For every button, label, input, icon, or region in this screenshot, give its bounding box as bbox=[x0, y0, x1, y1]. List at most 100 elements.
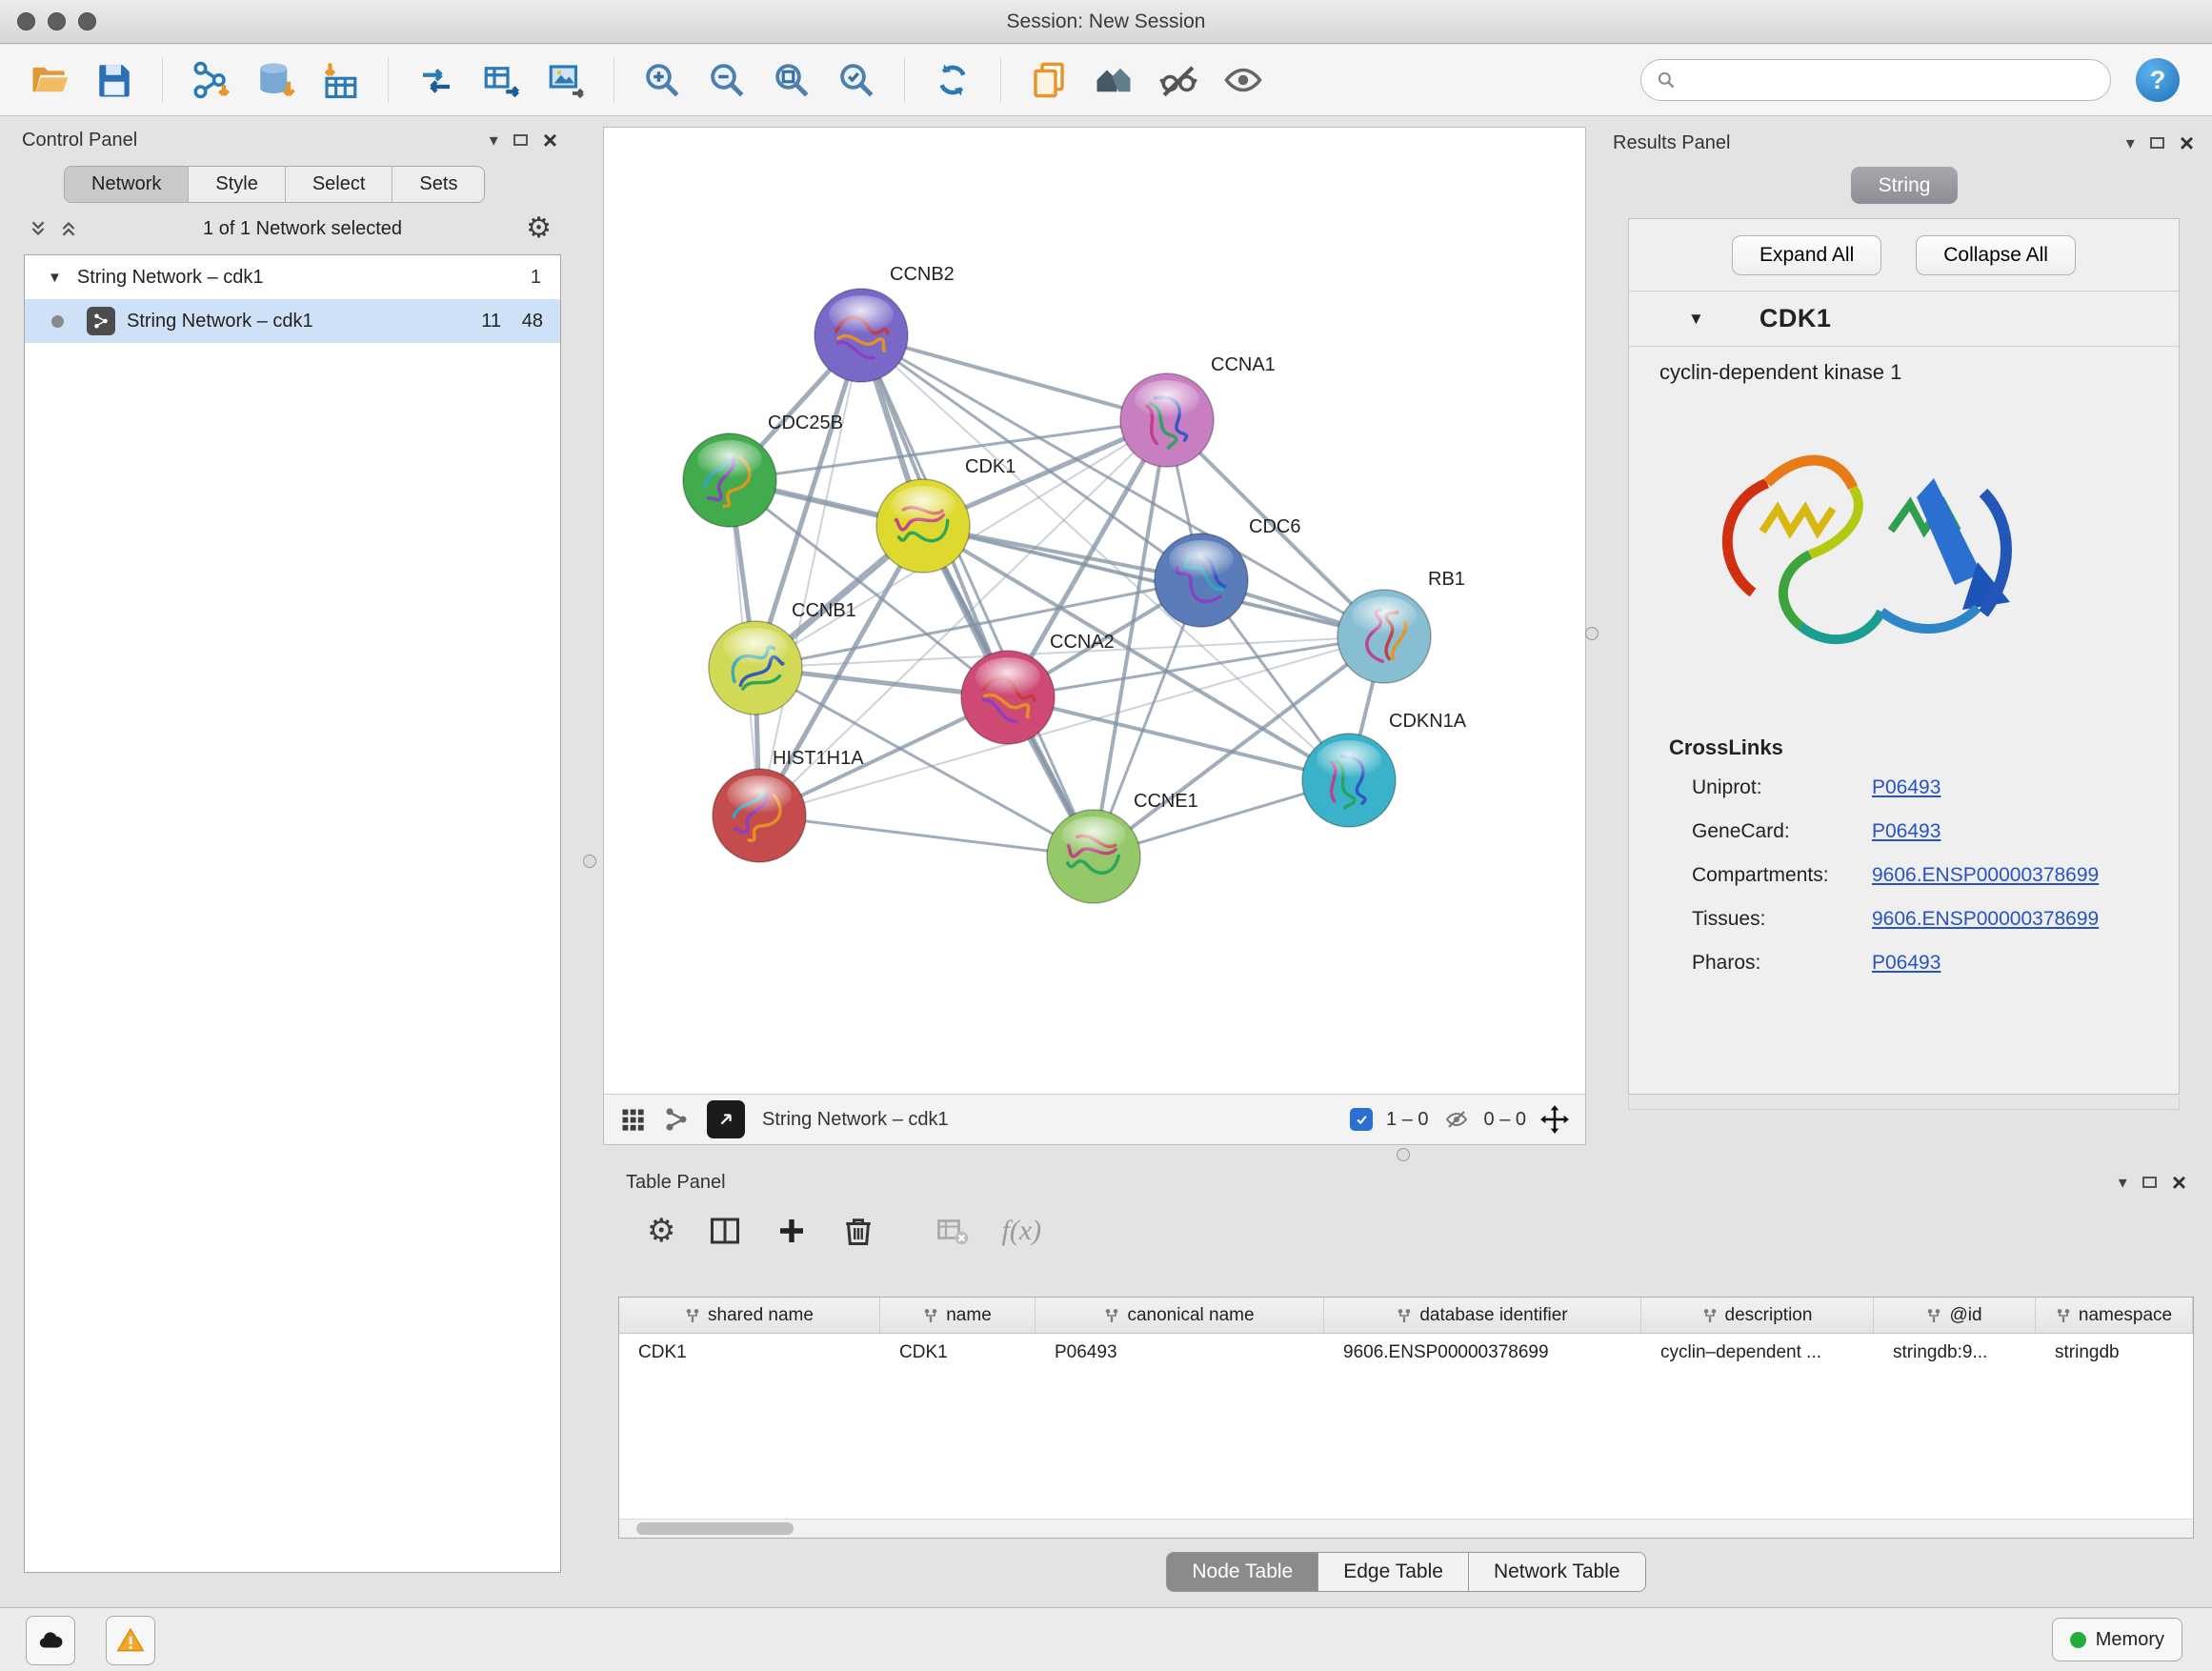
warnings-button[interactable] bbox=[106, 1616, 155, 1665]
search-field[interactable] bbox=[1640, 59, 2111, 101]
results-panel-close-icon[interactable]: × bbox=[2180, 131, 2194, 155]
zoom-out-icon[interactable] bbox=[702, 55, 752, 105]
collapse-all-networks-icon[interactable] bbox=[28, 219, 49, 238]
open-in-browser-button[interactable] bbox=[707, 1100, 745, 1138]
collection-expander-icon[interactable]: ▼ bbox=[48, 270, 62, 286]
collapse-all-button[interactable]: Collapse All bbox=[1916, 235, 2076, 275]
export-image-icon[interactable] bbox=[541, 55, 591, 105]
table-options-gear-icon[interactable]: ⚙ bbox=[647, 1215, 675, 1247]
collection-label: String Network – cdk1 bbox=[77, 267, 264, 289]
network-collection-row[interactable]: ▼ String Network – cdk1 1 bbox=[25, 255, 560, 299]
crosslink-tissues-link[interactable]: 9606.ENSP00000378699 bbox=[1872, 908, 2099, 931]
selected-nodes-checkbox-icon[interactable] bbox=[1350, 1108, 1373, 1131]
table-panel-close-icon[interactable]: × bbox=[2172, 1170, 2186, 1195]
network-node-count: 11 bbox=[481, 311, 501, 332]
home-first-neighbors-icon[interactable] bbox=[1089, 55, 1138, 105]
table-row[interactable]: CDK1 CDK1 P06493 9606.ENSP00000378699 cy… bbox=[619, 1334, 2193, 1372]
bottom-splitter-handle[interactable] bbox=[1397, 1148, 1410, 1161]
refresh-layout-icon[interactable] bbox=[928, 55, 977, 105]
open-session-icon[interactable] bbox=[25, 55, 74, 105]
tab-network[interactable]: Network bbox=[65, 167, 189, 202]
network-node-cdk1[interactable]: CDK1 bbox=[876, 456, 1016, 573]
results-tab-string[interactable]: String bbox=[1851, 167, 1958, 204]
column-header-namespace[interactable]: namespace bbox=[2036, 1298, 2193, 1333]
network-node-ccnb2[interactable]: CCNB2 bbox=[814, 264, 955, 382]
crosslink-pharos-link[interactable]: P06493 bbox=[1872, 952, 1941, 975]
control-panel-maximize-icon[interactable] bbox=[513, 134, 528, 146]
column-header-shared-name[interactable]: shared name bbox=[619, 1298, 880, 1333]
results-horizontal-scrollbar[interactable] bbox=[1628, 1097, 2180, 1110]
expand-all-networks-icon[interactable] bbox=[58, 219, 79, 238]
cell-canonical-name[interactable]: P06493 bbox=[1036, 1334, 1324, 1372]
tab-node-table[interactable]: Node Table bbox=[1167, 1553, 1318, 1591]
current-network-bullet-icon bbox=[51, 315, 64, 328]
column-header-canonical-name[interactable]: canonical name bbox=[1036, 1298, 1324, 1333]
tab-select[interactable]: Select bbox=[286, 167, 393, 202]
gene-expander-icon[interactable]: ▼ bbox=[1688, 310, 1704, 329]
show-eye-icon[interactable] bbox=[1218, 55, 1268, 105]
crosslink-uniprot-link[interactable]: P06493 bbox=[1872, 776, 1941, 799]
add-column-icon[interactable] bbox=[774, 1214, 809, 1248]
gene-section-header[interactable]: ▼ CDK1 bbox=[1629, 292, 2179, 347]
zoom-in-icon[interactable] bbox=[637, 55, 687, 105]
crosslink-genecard-link[interactable]: P06493 bbox=[1872, 820, 1941, 843]
import-network-file-icon[interactable] bbox=[186, 55, 235, 105]
tab-style[interactable]: Style bbox=[189, 167, 285, 202]
cell-database-identifier[interactable]: 9606.ENSP00000378699 bbox=[1324, 1334, 1641, 1372]
network-canvas[interactable]: CCNB2CCNA1CDC25BCDK1CDC6RB1CCNB1CCNA2CDK… bbox=[604, 128, 1585, 1094]
search-input[interactable] bbox=[1685, 70, 2095, 91]
import-table-icon[interactable] bbox=[315, 55, 365, 105]
delete-column-trash-icon[interactable] bbox=[841, 1214, 875, 1248]
network-row[interactable]: String Network – cdk1 11 48 bbox=[25, 299, 560, 343]
column-header-database-identifier[interactable]: database identifier bbox=[1324, 1298, 1641, 1333]
share-network-icon[interactable] bbox=[663, 1106, 690, 1133]
export-network-icon[interactable] bbox=[476, 55, 526, 105]
right-splitter-handle[interactable] bbox=[1585, 627, 1599, 640]
table-horizontal-scrollbar[interactable] bbox=[619, 1519, 2193, 1538]
hide-glasses-icon[interactable] bbox=[1154, 55, 1203, 105]
cell-namespace[interactable]: stringdb bbox=[2036, 1334, 2193, 1372]
node-label-cdkn1a: CDKN1A bbox=[1389, 711, 1467, 732]
table-panel-menu-icon[interactable]: ▾ bbox=[2119, 1173, 2127, 1193]
cell-id[interactable]: stringdb:9... bbox=[1874, 1334, 2036, 1372]
cloud-status-button[interactable] bbox=[26, 1616, 75, 1665]
tab-sets[interactable]: Sets bbox=[392, 167, 484, 202]
results-panel-menu-icon[interactable]: ▾ bbox=[2126, 133, 2135, 153]
table-panel-maximize-icon[interactable] bbox=[2142, 1177, 2157, 1188]
control-panel-menu-icon[interactable]: ▾ bbox=[490, 131, 498, 151]
merge-networks-icon[interactable] bbox=[412, 55, 461, 105]
show-columns-icon[interactable] bbox=[708, 1214, 742, 1248]
clipboard-copy-icon[interactable] bbox=[1024, 55, 1074, 105]
crosslink-compartments-link[interactable]: 9606.ENSP00000378699 bbox=[1872, 864, 2099, 887]
cell-shared-name[interactable]: CDK1 bbox=[619, 1334, 880, 1372]
column-header-description[interactable]: description bbox=[1641, 1298, 1874, 1333]
column-header-name[interactable]: name bbox=[880, 1298, 1036, 1333]
import-network-database-icon[interactable] bbox=[251, 55, 300, 105]
birds-eye-grid-icon[interactable] bbox=[619, 1106, 646, 1133]
left-splitter-handle[interactable] bbox=[583, 855, 596, 868]
zoom-fit-icon[interactable] bbox=[767, 55, 816, 105]
cell-name[interactable]: CDK1 bbox=[880, 1334, 1036, 1372]
network-options-gear-icon[interactable]: ⚙ bbox=[526, 214, 552, 243]
column-header-id[interactable]: @id bbox=[1874, 1298, 2036, 1333]
network-node-ccnb1[interactable]: CCNB1 bbox=[709, 600, 856, 715]
pan-crosshair-icon[interactable] bbox=[1539, 1104, 1570, 1135]
cell-description[interactable]: cyclin–dependent ... bbox=[1641, 1334, 1874, 1372]
zoom-selected-icon[interactable] bbox=[832, 55, 881, 105]
control-panel-close-icon[interactable]: × bbox=[543, 128, 557, 152]
network-node-ccna1[interactable]: CCNA1 bbox=[1120, 354, 1276, 467]
results-panel-maximize-icon[interactable] bbox=[2150, 137, 2164, 149]
save-session-icon[interactable] bbox=[90, 55, 139, 105]
help-button[interactable]: ? bbox=[2136, 58, 2180, 102]
tab-network-table[interactable]: Network Table bbox=[1469, 1553, 1645, 1591]
crosslink-row: GeneCard: P06493 bbox=[1629, 810, 2179, 854]
network-node-hist1h1a[interactable]: HIST1H1A bbox=[713, 748, 864, 862]
expand-all-button[interactable]: Expand All bbox=[1732, 235, 1881, 275]
hidden-eye-slash-icon[interactable] bbox=[1442, 1108, 1471, 1131]
tab-edge-table[interactable]: Edge Table bbox=[1318, 1553, 1469, 1591]
network-node-rb1[interactable]: RB1 bbox=[1337, 569, 1465, 683]
toolbar-separator bbox=[162, 57, 163, 103]
scrollbar-thumb[interactable] bbox=[636, 1522, 794, 1535]
network-node-cdkn1a[interactable]: CDKN1A bbox=[1302, 711, 1467, 827]
memory-button[interactable]: Memory bbox=[2052, 1618, 2182, 1661]
